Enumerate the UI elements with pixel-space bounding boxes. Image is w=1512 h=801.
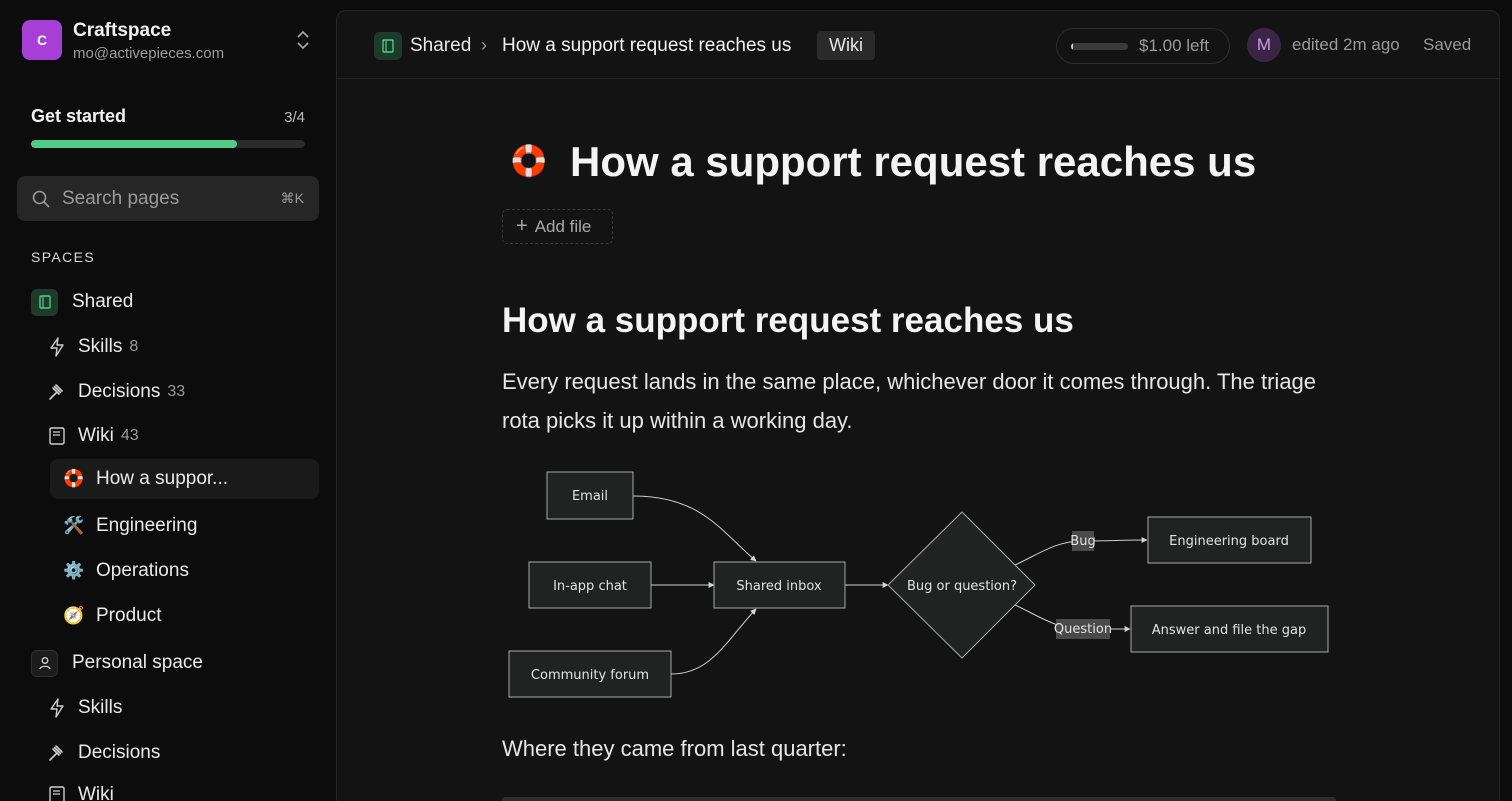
topbar: Shared › How a support request reaches u… [337, 11, 1499, 79]
plus-icon: + [516, 215, 528, 237]
workspace-switcher[interactable]: C Craftspace mo@activepieces.com [22, 20, 318, 62]
search-pages-button[interactable]: Search pages ⌘K [17, 176, 319, 221]
sidebar-item-label: Skills [78, 697, 123, 718]
get-started-count: 3/4 [284, 109, 305, 126]
lifebuoy-icon: 🛟 [63, 469, 85, 488]
tools-icon: 🛠️ [63, 516, 85, 535]
intro-paragraph: Every request lands in the same place, w… [502, 369, 1317, 433]
sidebar-item-label: Wiki [78, 425, 114, 446]
sidebar-item-wiki[interactable]: Wiki 43 [46, 416, 319, 456]
credit-bar-fill [1071, 43, 1074, 50]
book-icon [374, 32, 402, 60]
search-icon [32, 190, 50, 208]
section-heading: How a support request reaches us [502, 301, 1074, 340]
edited-time: edited 2m ago [1292, 35, 1400, 54]
sidebar-item-decisions[interactable]: Decisions 33 [46, 372, 319, 412]
space-personal[interactable]: Personal space [31, 643, 319, 683]
node-email-label: Email [572, 489, 608, 504]
sidebar-item-personal-decisions[interactable]: Decisions [46, 733, 319, 773]
search-shortcut: ⌘K [280, 190, 304, 206]
node-inbox-label: Shared inbox [736, 579, 822, 594]
sidebar-item-count: 8 [129, 338, 139, 355]
get-started-progress [31, 140, 305, 148]
edge-label-question: Question [1054, 622, 1112, 637]
add-file-button[interactable]: + Add file [502, 209, 613, 244]
gavel-icon [46, 381, 68, 403]
chevron-up-down-icon[interactable] [294, 28, 312, 52]
gavel-icon [46, 742, 68, 764]
wiki-page-label: Operations [96, 560, 189, 581]
wiki-page-support[interactable]: 🛟 How a suppor... [50, 459, 319, 499]
credit-label: $1.00 left [1139, 36, 1209, 55]
search-label: Search pages [62, 188, 180, 209]
sidebar-item-count: 43 [120, 427, 139, 444]
credit-indicator[interactable]: $1.00 left [1056, 28, 1230, 64]
wiki-page-product[interactable]: 🧭 Product [50, 596, 319, 636]
sidebar-item-label: Decisions [78, 381, 161, 402]
page-title[interactable]: How a support request reaches us [570, 138, 1256, 186]
workspace-name: Craftspace [73, 20, 172, 41]
node-decision-label: Bug or question? [907, 579, 1017, 594]
breadcrumb-page: How a support request reaches us [502, 35, 792, 56]
avatar[interactable]: M [1247, 28, 1281, 62]
breadcrumb-space[interactable]: Shared [410, 35, 471, 57]
edge-email-inbox [632, 495, 757, 562]
get-started-progress-fill [31, 140, 237, 148]
add-file-label: Add file [534, 216, 592, 236]
credit-bar [1071, 43, 1128, 50]
get-started-title: Get started [31, 106, 127, 126]
sidebar-item-personal-skills[interactable]: Skills [46, 688, 319, 728]
get-started[interactable]: Get started 3/4 [31, 106, 305, 148]
save-status: Saved [1423, 35, 1472, 54]
breadcrumb-separator: › [481, 35, 487, 55]
wiki-page-label: Product [96, 605, 162, 626]
main-panel: Shared › How a support request reaches u… [336, 10, 1500, 801]
sources-table [502, 797, 1336, 801]
spaces-title: SPACES [31, 249, 96, 265]
space-shared-label: Shared [72, 291, 134, 312]
lightning-icon [46, 336, 68, 358]
edge-forum-inbox [670, 608, 757, 675]
sidebar-item-personal-wiki[interactable]: Wiki [46, 775, 319, 801]
sidebar-item-label: Skills [78, 336, 123, 357]
wiki-page-operations[interactable]: ⚙️ Operations [50, 551, 319, 591]
document-icon [46, 425, 68, 447]
user-icon [31, 649, 58, 677]
wiki-page-label: Engineering [96, 515, 198, 536]
sidebar-item-count: 33 [167, 383, 186, 400]
gear-icon: ⚙️ [63, 561, 85, 580]
sidebar-item-skills[interactable]: Skills 8 [46, 327, 319, 367]
workspace-avatar: C [22, 20, 62, 60]
compass-icon: 🧭 [63, 606, 85, 625]
sources-paragraph: Where they came from last quarter: [502, 736, 847, 761]
workspace-email: mo@activepieces.com [73, 45, 225, 62]
sidebar-item-label: Decisions [78, 742, 161, 763]
wiki-page-engineering[interactable]: 🛠️ Engineering [50, 506, 319, 546]
sidebar-item-label: Wiki [78, 784, 114, 801]
breadcrumb-tag[interactable]: Wiki [817, 31, 875, 60]
page-icon[interactable]: 🛟 [510, 144, 547, 179]
node-eng-label: Engineering board [1169, 534, 1289, 549]
wiki-page-label: How a suppor... [96, 468, 229, 489]
node-chat-label: In-app chat [553, 579, 627, 594]
book-icon [31, 288, 58, 316]
document-icon [46, 784, 68, 801]
sidebar: C Craftspace mo@activepieces.com Get sta… [0, 0, 336, 801]
flowchart: Email In-app chat Community forum Shared… [508, 471, 1329, 698]
space-shared[interactable]: Shared [31, 282, 319, 322]
space-personal-label: Personal space [72, 652, 203, 673]
lightning-icon [46, 697, 68, 719]
node-answer-label: Answer and file the gap [1152, 623, 1306, 638]
edge-label-bug: Bug [1070, 534, 1095, 549]
node-forum-label: Community forum [531, 668, 649, 683]
